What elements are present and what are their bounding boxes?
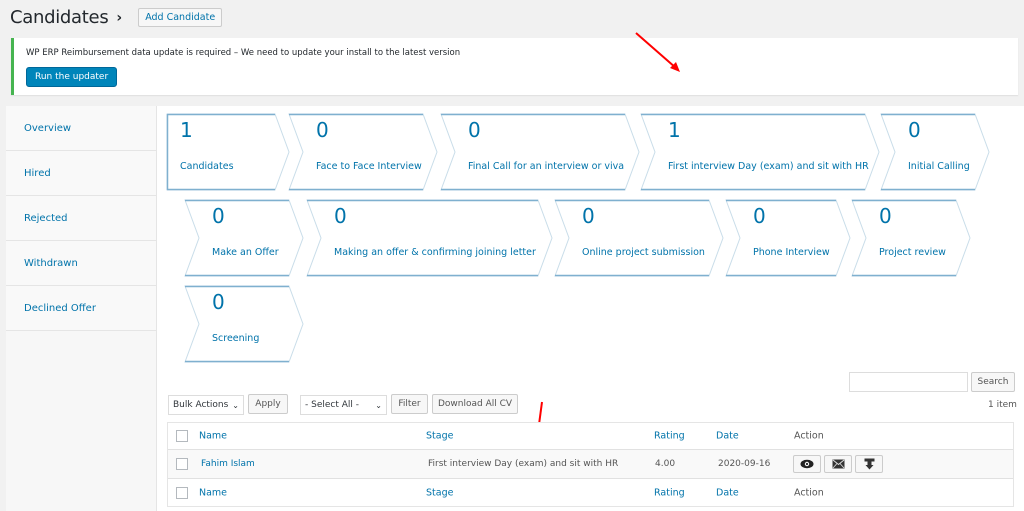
select-all-checkbox-footer[interactable] — [176, 486, 188, 499]
column-header-rating[interactable]: Rating — [654, 431, 685, 442]
stage-chevron-shape — [851, 199, 971, 277]
stage-chevron-shape — [288, 113, 438, 191]
stage-count: 0 — [468, 118, 481, 142]
column-footer-date[interactable]: Date — [716, 487, 739, 498]
annotation-arrow-icon — [635, 32, 680, 72]
stage-label: Making an offer & confirming joining let… — [334, 247, 536, 258]
stage-chevron-shape — [725, 199, 851, 277]
stage-count: 0 — [212, 290, 225, 314]
chevron-right-icon: › — [116, 9, 123, 26]
stage-chevron-shape — [184, 199, 304, 277]
column-footer-action: Action — [794, 487, 824, 498]
stage-label: Final Call for an interview or viva — [468, 161, 625, 172]
column-header-stage[interactable]: Stage — [426, 431, 453, 442]
column-footer-rating[interactable]: Rating — [654, 487, 685, 498]
sidebar-item-withdrawn[interactable]: Withdrawn — [6, 241, 156, 286]
chevron-down-icon: ⌄ — [375, 400, 382, 410]
stage-count: 0 — [582, 204, 595, 228]
candidate-name-link[interactable]: Fahim Islam — [201, 459, 255, 469]
stage-chevron-shape — [880, 113, 990, 191]
sidebar-item-overview[interactable]: Overview — [6, 106, 156, 151]
stage-count: 0 — [212, 204, 225, 228]
stage-filter-select[interactable]: - Select All - ⌄ — [300, 395, 387, 415]
stage-card[interactable]: 1 First interview Day (exam) and sit with… — [640, 113, 880, 191]
table-header-row: Name Stage Rating Date Action — [168, 423, 1013, 450]
stage-label: Phone Interview — [753, 247, 830, 258]
bulk-actions-select[interactable]: Bulk Actions ⌄ — [168, 395, 244, 415]
stage-card[interactable]: 0 Final Call for an interview or viva — [440, 113, 640, 191]
page-title: Candidates — [10, 7, 109, 28]
download-icon — [864, 458, 874, 470]
stage-card[interactable]: 0 Make an Offer — [184, 199, 304, 277]
stage-label: First interview Day (exam) and sit with … — [668, 161, 869, 172]
stage-label: Candidates — [180, 161, 234, 172]
stage-count: 1 — [180, 118, 193, 142]
stage-card[interactable]: 0 Face to Face Interview — [288, 113, 438, 191]
sidebar-item-declined-offer[interactable]: Declined Offer — [6, 286, 156, 331]
download-all-cv-button[interactable]: Download All CV — [432, 394, 518, 414]
sidebar: Overview Hired Rejected Withdrawn Declin… — [6, 106, 157, 511]
row-checkbox[interactable] — [176, 458, 188, 470]
stage-label: Project review — [879, 247, 946, 258]
sidebar-item-hired[interactable]: Hired — [6, 151, 156, 196]
email-button[interactable] — [824, 455, 852, 473]
stage-filter-value: - Select All - — [305, 400, 359, 410]
candidate-stage: First interview Day (exam) and sit with … — [428, 459, 619, 469]
column-header-date[interactable]: Date — [716, 431, 739, 442]
items-count: 1 item — [988, 400, 1017, 410]
stage-card[interactable]: 1 Candidates — [166, 113, 290, 191]
stage-card[interactable]: 0 Making an offer & confirming joining le… — [306, 199, 553, 277]
download-button[interactable] — [855, 455, 883, 473]
bulk-actions-value: Bulk Actions — [173, 400, 229, 410]
stage-chevron-shape — [184, 285, 304, 363]
stage-label: Initial Calling — [908, 161, 970, 172]
candidate-rating: 4.00 — [655, 459, 676, 469]
stage-label: Make an Offer — [212, 247, 279, 258]
stage-card[interactable]: 0 Phone Interview — [725, 199, 851, 277]
sidebar-item-rejected[interactable]: Rejected — [6, 196, 156, 241]
stage-card[interactable]: 0 Project review — [851, 199, 971, 277]
update-notice: WP ERP Reimbursement data update is requ… — [11, 38, 1018, 95]
candidate-date: 2020-09-16 — [718, 459, 771, 469]
notice-message: WP ERP Reimbursement data update is requ… — [26, 48, 460, 58]
stage-label: Screening — [212, 333, 260, 344]
stage-card[interactable]: 0 Online project submission — [554, 199, 724, 277]
search-input[interactable] — [849, 372, 968, 392]
email-icon — [832, 459, 844, 469]
stage-card[interactable]: 0 Screening — [184, 285, 304, 363]
stage-card[interactable]: 0 Initial Calling — [880, 113, 990, 191]
column-header-action: Action — [794, 430, 824, 442]
search-button[interactable]: Search — [971, 372, 1015, 392]
stage-label: Face to Face Interview — [316, 161, 422, 172]
stage-count: 0 — [908, 118, 921, 142]
column-header-name[interactable]: Name — [199, 431, 227, 442]
page-header: Candidates › Add Candidate — [10, 7, 223, 28]
filter-button[interactable]: Filter — [391, 394, 428, 414]
notice-detail: – We need to update your install to the … — [231, 48, 461, 58]
stage-label: Online project submission — [582, 247, 705, 258]
chevron-down-icon: ⌄ — [232, 400, 239, 410]
stage-count: 0 — [334, 204, 347, 228]
add-candidate-button[interactable]: Add Candidate — [138, 8, 223, 27]
notice-title: WP ERP Reimbursement data update is requ… — [26, 48, 232, 58]
stage-count: 0 — [879, 204, 892, 228]
stage-count: 0 — [316, 118, 329, 142]
table-row: Fahim Islam First interview Day (exam) a… — [168, 450, 1013, 479]
view-icon — [800, 459, 814, 469]
stage-count: 1 — [668, 118, 681, 142]
select-all-checkbox[interactable] — [176, 430, 188, 442]
apply-button[interactable]: Apply — [248, 394, 288, 414]
stage-count: 0 — [753, 204, 766, 228]
run-updater-button[interactable]: Run the updater — [26, 67, 118, 87]
column-footer-name[interactable]: Name — [199, 487, 227, 498]
column-footer-stage[interactable]: Stage — [426, 487, 453, 498]
view-button[interactable] — [793, 455, 821, 473]
table-footer-row: Name Stage Rating Date Action — [168, 479, 1013, 506]
candidates-table: Name Stage Rating Date Action Fahim Isla… — [167, 422, 1014, 507]
